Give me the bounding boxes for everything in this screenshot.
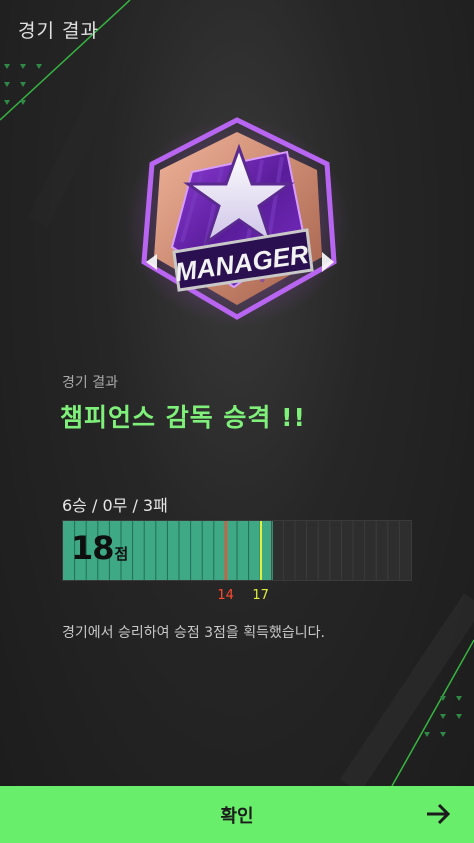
- points-unit: 점: [114, 545, 129, 563]
- threshold-marker-label-14: 14: [217, 588, 234, 603]
- threshold-marker-label-17: 17: [252, 588, 269, 603]
- points-score: 18점: [71, 529, 129, 567]
- promotion-headline: 챔피언스 감독 승격 !!: [60, 403, 306, 432]
- confirm-button[interactable]: 확인: [0, 786, 474, 843]
- threshold-marker-line: [260, 521, 263, 580]
- threshold-marker-line: [225, 521, 228, 580]
- result-description: 경기에서 승리하여 승점 3점을 획득했습니다.: [62, 625, 325, 641]
- points-value: 18: [71, 529, 115, 567]
- page-title: 경기 결과: [18, 20, 99, 42]
- win-draw-loss-record: 6승 / 0무 / 3패: [62, 496, 168, 515]
- result-section-label: 경기 결과: [62, 375, 118, 391]
- points-progress-bar: 18점: [62, 520, 412, 581]
- arrow-right-icon: [427, 803, 451, 825]
- confirm-button-label: 확인: [220, 805, 254, 827]
- manager-badge: MANAGER: [125, 117, 349, 326]
